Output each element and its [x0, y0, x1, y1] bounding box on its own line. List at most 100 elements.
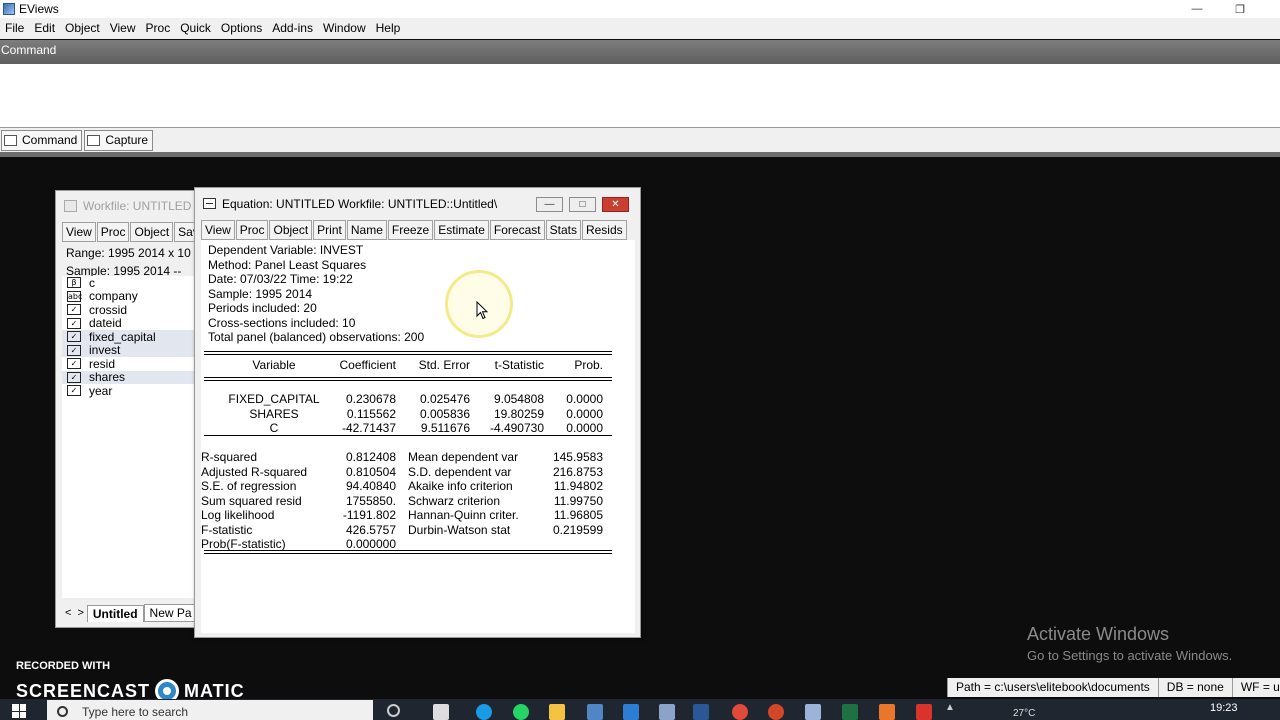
file-explorer-icon[interactable] — [549, 704, 565, 720]
workfile-object-shares[interactable]: ✓ shares — [62, 370, 199, 384]
equation-estimate-button[interactable]: Estimate — [434, 220, 489, 240]
mail-icon[interactable] — [623, 704, 639, 720]
workfile-proc-button[interactable]: Proc — [96, 222, 130, 242]
word-icon[interactable] — [693, 704, 709, 720]
coef-icon: β — [67, 277, 81, 289]
pdf-reader-icon[interactable] — [916, 704, 932, 720]
equation-resids-button[interactable]: Resids — [581, 220, 627, 240]
restore-icon[interactable]: ❐ — [1217, 0, 1263, 18]
coef-cell-p: 0.0000 — [566, 392, 603, 406]
taskbar-clock[interactable]: 19:23 — [1210, 702, 1238, 714]
menu-quick[interactable]: Quick — [175, 18, 216, 39]
stat-cell-lv: 0.000000 — [345, 537, 396, 551]
tab-command[interactable]: Command — [1, 129, 83, 151]
menu-window[interactable]: Window — [318, 18, 371, 39]
command-splitter[interactable] — [0, 152, 1280, 157]
stat-cell-lv: -1191.802 — [342, 508, 396, 522]
calculator-icon[interactable] — [587, 704, 603, 720]
coef-cell-coef: 0.115562 — [346, 406, 396, 421]
powerpoint-icon[interactable] — [768, 704, 784, 720]
windows-start-icon[interactable] — [12, 704, 26, 718]
equation-name-button[interactable]: Name — [346, 220, 387, 240]
equation-forecast-button[interactable]: Forecast — [489, 220, 545, 240]
menu-file[interactable]: File — [0, 18, 29, 39]
command-input-area[interactable] — [0, 64, 1280, 128]
equation-freeze-button[interactable]: Freeze — [387, 220, 434, 240]
workfile-object-dateid[interactable]: ✓ dateid — [62, 316, 199, 331]
workfile-object-year[interactable]: ✓ year — [62, 384, 199, 398]
menu-view[interactable]: View — [105, 18, 141, 39]
object-name: fixed_capital — [89, 329, 156, 344]
series-icon: ✓ — [67, 371, 81, 383]
tray-expand-icon[interactable]: ▲ — [945, 702, 961, 718]
equation-view-button[interactable]: View — [201, 220, 235, 240]
status-path[interactable]: Path = c:\users\elitebook\documents — [947, 678, 1158, 697]
minimize-icon[interactable]: — — [536, 197, 563, 212]
workfile-object-list: β c abc company ✓ crossid ✓ dateid ✓ fixed_capita… — [62, 275, 199, 598]
close-icon[interactable]: ✕ — [602, 197, 629, 212]
whatsapp-icon[interactable] — [513, 704, 529, 720]
estimation-header-line: Cross-sections included: 10 — [208, 315, 356, 330]
equation-object-button[interactable]: Object — [269, 220, 313, 240]
workfile-object-company[interactable]: abc company — [62, 289, 199, 303]
menu-edit[interactable]: Edit — [29, 18, 60, 39]
vlc-icon[interactable] — [879, 704, 895, 720]
alpha-series-icon: abc — [67, 290, 83, 302]
stat-cell-r: S.D. dependent var — [408, 464, 512, 479]
menu-object[interactable]: Object — [60, 18, 105, 39]
status-wf[interactable]: WF = untitled — [1231, 678, 1280, 697]
workfile-object-crossid[interactable]: ✓ crossid — [62, 303, 199, 317]
estimation-header-line: Date: 07/03/22 Time: 19:22 — [208, 272, 353, 286]
menu-proc[interactable]: Proc — [141, 18, 176, 39]
object-name: dateid — [89, 316, 122, 331]
workfile-object-c[interactable]: βc — [62, 275, 199, 290]
eviews-taskbar-icon[interactable] — [805, 704, 821, 720]
command-window-icon — [4, 134, 17, 146]
stat-cell-r: Hannan-Quinn criter. — [408, 508, 519, 522]
task-view-icon[interactable] — [433, 704, 449, 720]
menu-help[interactable]: Help — [371, 18, 406, 39]
object-name: c — [89, 275, 95, 290]
workfile-object-invest[interactable]: ✓ invest — [62, 343, 199, 358]
workfile-object-button[interactable]: Object — [130, 222, 174, 242]
maximize-icon[interactable]: □ — [569, 197, 596, 212]
minimize-icon[interactable]: — — [1174, 0, 1220, 18]
equation-proc-button[interactable]: Proc — [235, 220, 269, 240]
estimation-header-line: Method: Panel Least Squares — [208, 257, 367, 272]
taskbar-search-input[interactable]: Type here to search — [47, 700, 373, 720]
estimation-header-line: Total panel (balanced) observations: 200 — [208, 330, 425, 344]
eviews-app-icon — [3, 3, 15, 15]
workfile-object-resid[interactable]: ✓ resid — [62, 357, 199, 371]
table-rule — [204, 435, 612, 436]
col-std-error: Std. Error — [418, 358, 470, 372]
menu-add-ins[interactable]: Add-ins — [267, 18, 318, 39]
tab-new-page[interactable]: New Pa — [143, 604, 198, 622]
estimation-header-line: Periods included: 20 — [208, 301, 317, 315]
tab-capture[interactable]: Capture — [84, 129, 154, 151]
col-variable: Variable — [252, 358, 296, 372]
page-prev-icon[interactable]: < — [65, 607, 71, 619]
edge-icon[interactable] — [476, 704, 492, 720]
workfile-range[interactable]: Range: 1995 2014 x 10 — [56, 245, 199, 261]
menu-options[interactable]: Options — [216, 18, 267, 39]
equation-icon — [203, 198, 216, 209]
page-next-icon[interactable]: > — [77, 607, 83, 619]
workfile-object-fixed-capital[interactable]: ✓ fixed_capital — [62, 329, 199, 344]
col-t-statistic: t-Statistic — [494, 358, 544, 372]
excel-icon[interactable] — [842, 704, 858, 720]
coef-cell-se: 0.005836 — [419, 406, 470, 421]
app-grid-icon[interactable] — [659, 704, 675, 720]
weather-temperature[interactable]: 27°C — [1013, 708, 1035, 719]
col-prob: Prob. — [574, 358, 603, 372]
equation-stats-button[interactable]: Stats — [545, 220, 581, 240]
cortana-icon[interactable] — [387, 704, 400, 717]
stat-cell-r: Akaike info criterion — [408, 479, 513, 493]
workfile-title-bar[interactable]: Workfile: UNTITLED — [56, 191, 199, 221]
status-db[interactable]: DB = none — [1157, 678, 1232, 697]
capture-window-icon — [87, 134, 101, 146]
object-name: invest — [89, 343, 121, 358]
chrome-icon[interactable] — [732, 704, 748, 720]
equation-print-button[interactable]: Print — [313, 220, 346, 240]
tab-untitled[interactable]: Untitled — [86, 604, 144, 622]
workfile-view-button[interactable]: View — [62, 222, 96, 242]
